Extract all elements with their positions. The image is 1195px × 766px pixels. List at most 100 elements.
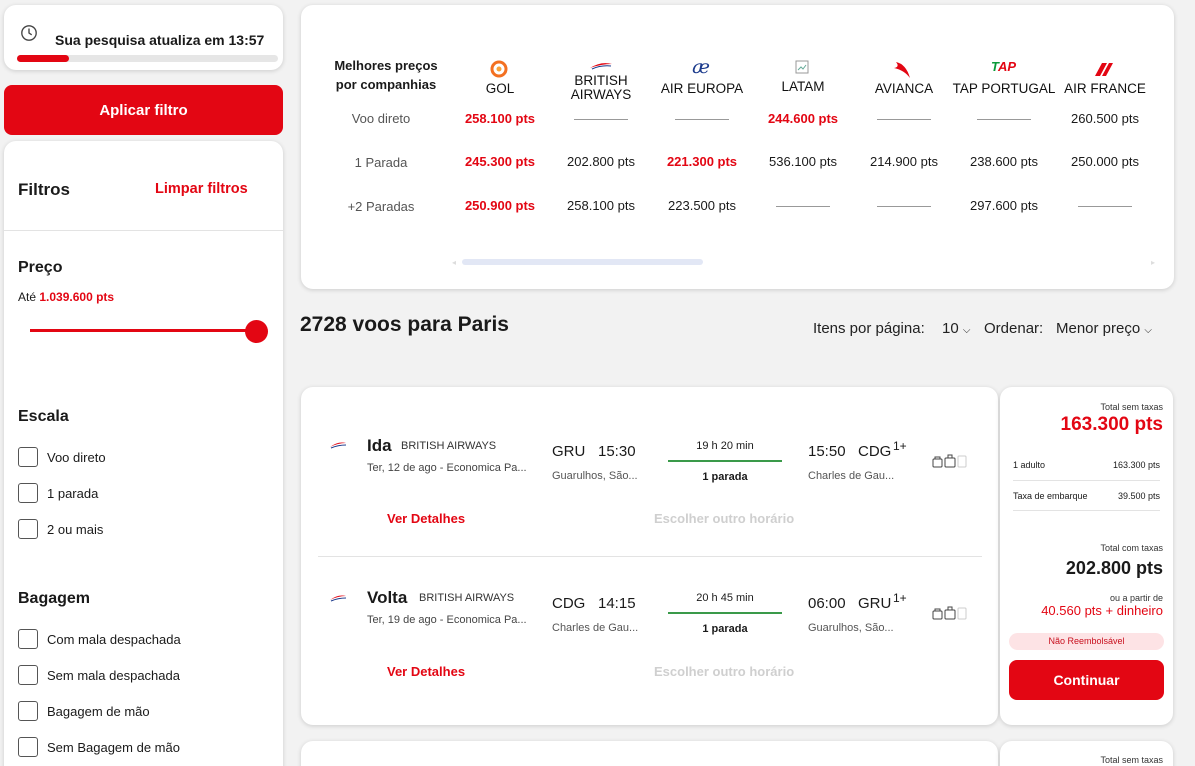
- chevron-down-icon: ⌵: [1144, 325, 1152, 336]
- checkbox-sem-bagagem-mao[interactable]: Sem Bagagem de mão: [18, 736, 180, 758]
- checkbox-box[interactable]: [18, 737, 38, 757]
- price-limit: Até 1.039.600 pts: [18, 290, 114, 304]
- airline-name: AIR EUROPA: [660, 81, 744, 96]
- outbound-other-time-link[interactable]: Escolher outro horário: [654, 511, 794, 526]
- outbound-arr-time: 15:50: [808, 443, 846, 460]
- checkbox-voo-direto[interactable]: Voo direto: [18, 446, 106, 468]
- air-europa-logo-icon: æ: [692, 56, 710, 78]
- comparison-price-cell[interactable]: 214.900 pts: [854, 154, 954, 169]
- comparison-price-cell[interactable]: 250.000 pts: [1055, 154, 1155, 169]
- comparison-price-cell[interactable]: 258.100 pts: [551, 198, 651, 213]
- checkbox-2-ou-mais[interactable]: 2 ou mais: [18, 518, 103, 540]
- return-airline: BRITISH AIRWAYS: [419, 592, 515, 604]
- airline-name: AIR FRANCE: [1064, 81, 1146, 96]
- comparison-empty-cell: [1055, 198, 1155, 213]
- total-no-tax-label: Total sem taxas: [1100, 402, 1163, 412]
- outbound-day-offset: 1+: [893, 439, 907, 453]
- checkbox-sem-mala[interactable]: Sem mala despachada: [18, 664, 180, 686]
- baggage-icon: [932, 454, 967, 468]
- checkbox-label: Voo direto: [47, 449, 106, 465]
- return-details-link[interactable]: Ver Detalhes: [387, 664, 465, 679]
- non-refundable-badge: Não Reembolsável: [1009, 633, 1164, 650]
- airline-name: AVIANCA: [874, 81, 934, 96]
- checkbox-box[interactable]: [18, 519, 38, 539]
- comparison-price-cell[interactable]: 260.500 pts: [1055, 111, 1155, 126]
- continue-button[interactable]: Continuar: [1009, 660, 1164, 700]
- return-to-city: Guarulhos, São...: [808, 622, 894, 634]
- avianca-logo-icon: [894, 62, 910, 78]
- checkbox-box[interactable]: [18, 629, 38, 649]
- per-page-value: 10: [942, 320, 959, 337]
- apply-filter-button[interactable]: Aplicar filtro: [4, 85, 283, 135]
- divider: [4, 230, 283, 231]
- comparison-price-cell[interactable]: 258.100 pts: [450, 111, 550, 126]
- return-from-city: Charles de Gau...: [552, 622, 639, 634]
- adult-label: 1 adulto: [1013, 460, 1046, 470]
- stops-title: Escala: [18, 408, 69, 425]
- results-count-title: 2728 voos para Paris: [300, 313, 509, 336]
- empty-dash: [877, 119, 931, 121]
- checkbox-label: Sem mala despachada: [47, 667, 180, 683]
- checkbox-com-mala[interactable]: Com mala despachada: [18, 628, 181, 650]
- timer-progress-fill: [17, 55, 70, 62]
- return-from-code: CDG: [552, 595, 586, 612]
- checkbox-box[interactable]: [18, 665, 38, 685]
- checkbox-box[interactable]: [18, 447, 38, 467]
- timer-text: Sua pesquisa atualiza em 13:57: [55, 32, 265, 48]
- filters-panel: Filtros Limpar filtros Preço Até 1.039.6…: [4, 141, 283, 766]
- outbound-date: Ter, 12 de ago - Economica Pa...: [367, 462, 527, 474]
- return-route-line: [668, 612, 782, 614]
- flight-card: [301, 741, 998, 766]
- checkbox-bagagem-mao[interactable]: Bagagem de mão: [18, 700, 150, 722]
- horizontal-scrollbar[interactable]: [462, 259, 703, 265]
- comparison-price-cell[interactable]: 238.600 pts: [954, 154, 1054, 169]
- price-prefix: Até: [18, 290, 37, 304]
- comparison-empty-cell: [954, 111, 1054, 126]
- return-other-time-link[interactable]: Escolher outro horário: [654, 664, 794, 679]
- air-france-logo-icon: [1095, 63, 1113, 76]
- row-label-2-paradas: +2 Paradas: [347, 199, 415, 214]
- price-slider-handle[interactable]: [245, 320, 268, 343]
- clear-filters-link[interactable]: Limpar filtros: [155, 181, 248, 197]
- per-page-select[interactable]: 10 ⌵: [942, 320, 970, 337]
- return-day-offset: 1+: [893, 591, 907, 605]
- total-no-tax-label: Total sem taxas: [1100, 755, 1163, 765]
- comparison-empty-cell: [551, 111, 651, 126]
- outbound-stops: 1 parada: [702, 471, 748, 483]
- return-arr-time: 06:00: [808, 595, 846, 612]
- total-with-tax-label: Total com taxas: [1100, 543, 1163, 553]
- outbound-from-city: Guarulhos, São...: [552, 470, 638, 482]
- comparison-empty-cell: [854, 111, 954, 126]
- comparison-price-cell[interactable]: 297.600 pts: [954, 198, 1054, 213]
- empty-dash: [675, 119, 729, 121]
- checkbox-box[interactable]: [18, 701, 38, 721]
- outbound-details-link[interactable]: Ver Detalhes: [387, 511, 465, 526]
- comparison-price-cell[interactable]: 250.900 pts: [450, 198, 550, 213]
- total-with-tax-value: 202.800 pts: [1065, 558, 1163, 578]
- sort-select[interactable]: Menor preço ⌵: [1056, 320, 1152, 337]
- comparison-price-cell[interactable]: 223.500 pts: [652, 198, 752, 213]
- refresh-timer-card: Sua pesquisa atualiza em 13:57: [4, 5, 283, 70]
- checkbox-1-parada[interactable]: 1 parada: [18, 482, 98, 504]
- comparison-price-cell[interactable]: 202.800 pts: [551, 154, 651, 169]
- outbound-to-code: CDG: [858, 443, 892, 460]
- return-label: Volta: [367, 588, 408, 607]
- comparison-price-cell[interactable]: 245.300 pts: [450, 154, 550, 169]
- divider: [318, 556, 982, 557]
- row-label-voo-direto: Voo direto: [351, 111, 411, 126]
- chevron-down-icon: ⌵: [962, 325, 971, 336]
- comparison-price-cell[interactable]: 244.600 pts: [753, 111, 853, 126]
- price-slider-track[interactable]: [30, 329, 262, 332]
- checkbox-label: Sem Bagagem de mão: [47, 739, 180, 755]
- comparison-price-cell[interactable]: 221.300 pts: [652, 154, 752, 169]
- tax-value: 39.500 pts: [1117, 491, 1160, 501]
- scroll-left-arrow-icon[interactable]: ◂: [452, 258, 456, 267]
- airline-price-comparison: Melhores preços por companhias æ TAP GOL…: [301, 5, 1174, 289]
- checkbox-box[interactable]: [18, 483, 38, 503]
- scroll-right-arrow-icon[interactable]: ▸: [1151, 258, 1155, 267]
- airline-name: BRITISH AIRWAYS: [570, 73, 632, 102]
- total-no-tax-value: 163.300 pts: [1060, 414, 1163, 435]
- return-duration: 20 h 45 min: [696, 592, 754, 604]
- outbound-label: Ida: [367, 436, 392, 455]
- comparison-price-cell[interactable]: 536.100 pts: [753, 154, 853, 169]
